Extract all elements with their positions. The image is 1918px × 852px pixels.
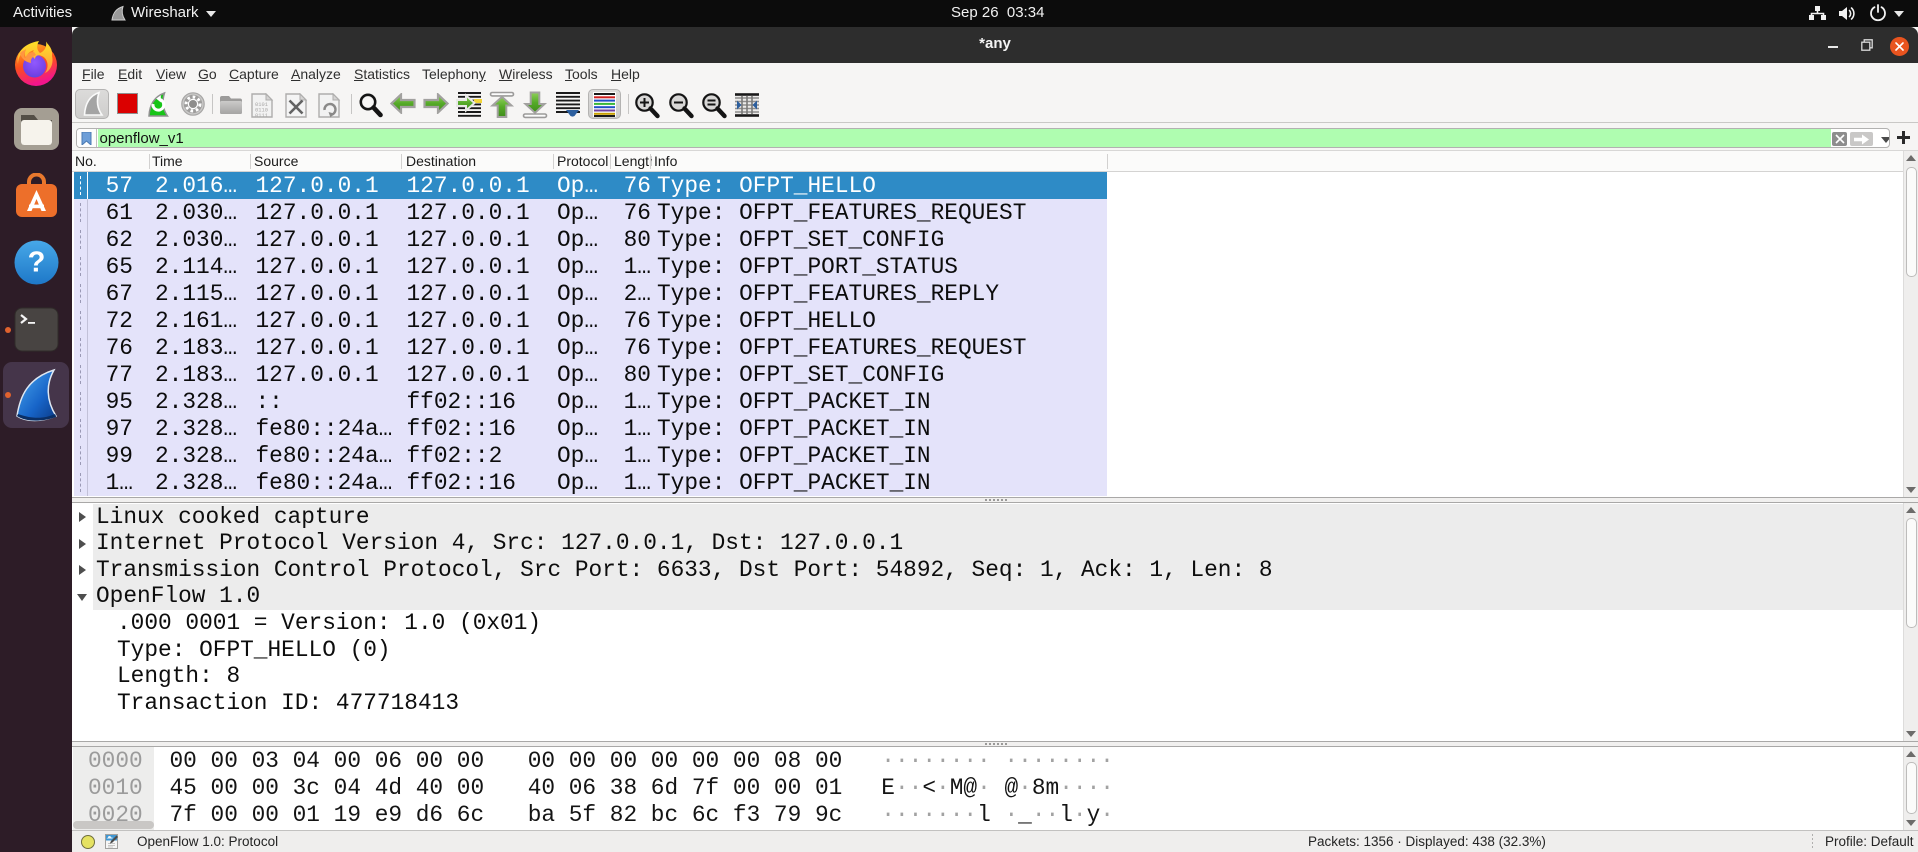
svg-text:0111: 0111 xyxy=(255,113,268,118)
svg-text:?: ? xyxy=(28,247,46,279)
